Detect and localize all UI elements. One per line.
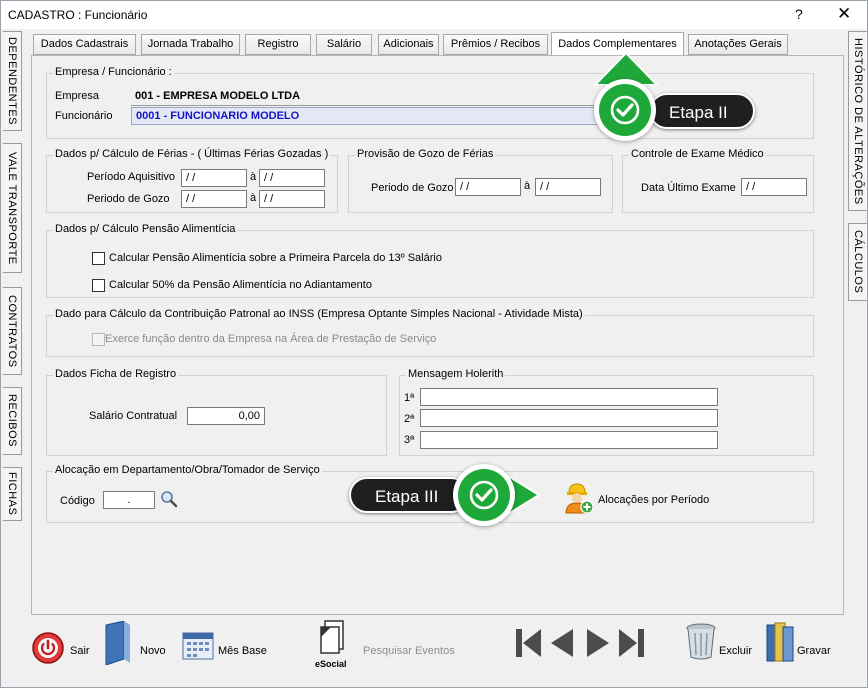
bottom-toolbar: Sair Novo Mês Base eSocial Pesquisar Eve… — [1, 615, 867, 688]
holerith-line-3[interactable] — [420, 431, 718, 449]
pesquisar-eventos-label: Pesquisar Eventos — [363, 645, 455, 657]
worker-icon[interactable] — [561, 481, 595, 515]
next-record-icon[interactable] — [585, 623, 611, 666]
esocial-button[interactable]: eSocial Pesquisar Eventos — [313, 619, 463, 679]
periodo-aquisitivo-label: Período Aquisitivo — [87, 171, 176, 183]
empresa-label: Empresa — [55, 90, 100, 102]
salario-field[interactable]: 0,00 — [187, 407, 265, 425]
novo-button[interactable]: Novo — [104, 620, 174, 671]
tab-jornada-trabalho[interactable]: Jornada Trabalho — [141, 34, 240, 55]
aquisitivo-fim-field[interactable]: / / — [259, 169, 325, 187]
side-tab-recibos[interactable]: RECIBOS — [3, 387, 22, 455]
data-exame-label: Data Último Exame — [641, 182, 736, 194]
esocial-icon — [317, 619, 351, 658]
check-icon — [469, 480, 499, 510]
provisao-gozo-label: Periodo de Gozo — [371, 182, 454, 194]
gravar-button[interactable]: Gravar — [765, 621, 845, 671]
calendar-icon — [181, 629, 215, 664]
tab-adicionais[interactable]: Adicionais — [378, 34, 439, 55]
tab-page: Empresa / Funcionário : Empresa 001 - EM… — [31, 55, 844, 615]
provisao-fim-field[interactable]: / / — [535, 178, 601, 196]
gozo-fim-field[interactable]: / / — [259, 190, 325, 208]
tab-registro[interactable]: Registro — [245, 34, 311, 55]
etapa-2-label: Etapa II — [649, 93, 755, 129]
tab-salario[interactable]: Salário — [316, 34, 372, 55]
inss-label: Exerce função dentro da Empresa na Área … — [105, 333, 437, 345]
window-title: CADASTRO : Funcionário — [8, 8, 148, 22]
funcionario-field[interactable]: 0001 - FUNCIONARIO MODELO — [131, 107, 621, 125]
ficha-group: Dados Ficha de Registro Salário Contratu… — [46, 368, 387, 456]
sair-button[interactable]: Sair — [31, 629, 91, 669]
alocacoes-periodo-link[interactable]: Alocações por Período — [598, 494, 709, 506]
periodo-gozo-label: Periodo de Gozo — [87, 193, 170, 205]
holerith-line-1[interactable] — [420, 388, 718, 406]
close-button[interactable]: ✕ — [837, 4, 851, 24]
trash-icon — [685, 621, 717, 664]
exame-group: Controle de Exame Médico Data Último Exa… — [622, 148, 814, 213]
power-icon — [31, 631, 65, 668]
last-record-icon[interactable] — [617, 623, 647, 666]
first-record-icon[interactable] — [513, 623, 543, 666]
help-button[interactable]: ? — [795, 6, 803, 22]
previous-record-icon[interactable] — [549, 623, 575, 666]
side-tab-dependentes[interactable]: DEPENDENTES — [3, 31, 22, 131]
holerith-group: Mensagem Holerith 1ª 2ª 3ª — [399, 368, 814, 456]
side-tab-vale-transporte[interactable]: VALE TRANSPORTE — [3, 143, 22, 273]
pensao-group: Dados p/ Cálculo Pensão Alimentícia Calc… — [46, 223, 814, 298]
pensao-13-checkbox[interactable] — [92, 252, 105, 265]
salario-label: Salário Contratual — [89, 410, 178, 422]
side-tab-historico[interactable]: HISTÓRICO DE ALTERAÇÕES — [848, 31, 867, 211]
etapa-3-badge — [453, 464, 515, 526]
tab-dados-cadastrais[interactable]: Dados Cadastrais — [33, 34, 136, 55]
save-files-icon — [765, 621, 795, 666]
provisao-group: Provisão de Gozo de Férias Periodo de Go… — [348, 148, 613, 213]
title-bar: CADASTRO : Funcionário ? ✕ — [1, 1, 867, 29]
tab-premios-recibos[interactable]: Prêmios / Recibos — [443, 34, 548, 55]
codigo-label: Código — [60, 495, 95, 507]
pensao-50-checkbox[interactable] — [92, 279, 105, 292]
search-icon[interactable] — [160, 490, 178, 508]
inss-group: Dado para Cálculo da Contribuição Patron… — [46, 308, 814, 357]
holerith-line-2[interactable] — [420, 409, 718, 427]
inss-checkbox[interactable] — [92, 333, 105, 346]
etapa-2-badge — [594, 79, 656, 141]
check-icon — [610, 95, 640, 125]
esocial-label: eSocial — [315, 659, 347, 669]
excluir-button[interactable]: Excluir — [685, 621, 755, 671]
aquisitivo-inicio-field[interactable]: / / — [181, 169, 247, 187]
pensao-50-label: Calcular 50% da Pensão Alimentícia no Ad… — [109, 279, 372, 291]
codigo-field[interactable]: . — [103, 491, 155, 509]
provisao-inicio-field[interactable]: / / — [455, 178, 521, 196]
tab-anotacoes-gerais[interactable]: Anotações Gerais — [688, 34, 788, 55]
side-tab-contratos[interactable]: CONTRATOS — [3, 287, 22, 375]
record-navigation — [513, 623, 647, 663]
gozo-inicio-field[interactable]: / / — [181, 190, 247, 208]
funcionario-label: Funcionário — [55, 110, 113, 122]
data-exame-field[interactable]: / / — [741, 178, 807, 196]
side-tab-fichas[interactable]: FICHAS — [3, 467, 22, 521]
new-document-icon — [104, 620, 132, 668]
side-tab-calculos[interactable]: CÁLCULOS — [848, 223, 867, 301]
cadastro-window: CADASTRO : Funcionário ? ✕ DEPENDENTES V… — [0, 0, 868, 688]
etapa-3-label: Etapa III — [349, 477, 469, 513]
ferias-group: Dados p/ Cálculo de Férias - ( Últimas F… — [46, 148, 338, 213]
pensao-13-label: Calcular Pensão Alimentícia sobre a Prim… — [109, 252, 442, 264]
mes-base-button[interactable]: Mês Base — [181, 629, 271, 669]
